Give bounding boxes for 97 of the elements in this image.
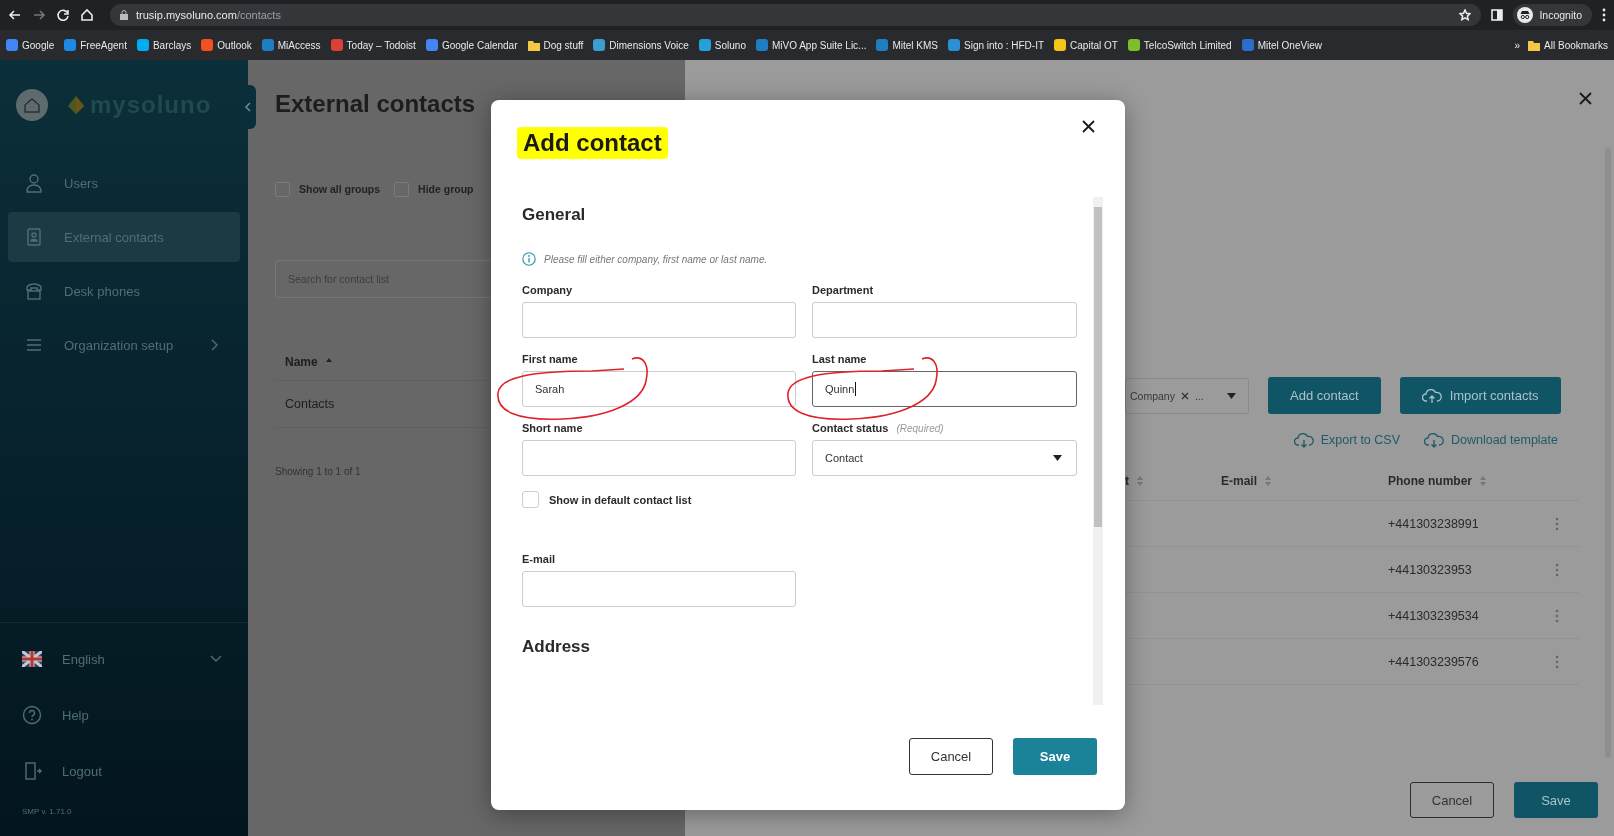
home-icon[interactable] (80, 8, 94, 22)
input-field[interactable] (522, 302, 796, 338)
field-label: Short name (522, 422, 583, 434)
hint-text: Please fill either company, first name or last name. (544, 253, 768, 265)
bookmark[interactable]: Mitel OneView (1241, 39, 1322, 51)
bookmark[interactable]: Capital OT (1054, 39, 1118, 51)
more-icon[interactable] (1602, 8, 1606, 22)
bookmark[interactable]: All Bookmarks (1528, 39, 1608, 51)
bookmark[interactable]: TelcoSwitch Limited (1127, 39, 1232, 51)
save-button[interactable]: Save (1514, 782, 1598, 818)
url-text: trusip.mysoluno.com/contacts (136, 9, 281, 21)
folder-icon (1528, 39, 1541, 51)
input-field[interactable] (522, 440, 796, 476)
toolbar-button[interactable]: Import contacts (1399, 377, 1561, 414)
field-label: Contact status (812, 422, 889, 434)
input-field[interactable]: Sarah (522, 371, 796, 407)
bookmark[interactable]: Sign into : HFD-IT (948, 39, 1045, 51)
table-cell: +441303238991 (1388, 516, 1479, 531)
required-note: (Required) (896, 423, 944, 434)
side-panel-icon[interactable] (1491, 9, 1504, 21)
kebab-menu-icon[interactable] (1555, 608, 1559, 623)
sort-icon[interactable] (1137, 476, 1143, 486)
field-label: Last name (812, 353, 867, 365)
column-header[interactable]: t (1125, 474, 1129, 488)
cancel-button[interactable]: Cancel (1410, 782, 1494, 818)
section-heading: General (522, 205, 587, 226)
kebab-menu-icon[interactable] (1555, 654, 1559, 669)
bookmark[interactable]: MiAccess (261, 39, 321, 51)
bookmarks-overflow[interactable]: » (1514, 39, 1521, 51)
table-cell: +441303239576 (1388, 654, 1479, 669)
chevron-down-icon (210, 655, 222, 663)
sort-icon[interactable] (1265, 476, 1271, 486)
input-field[interactable] (522, 571, 796, 607)
leaf-icon (66, 94, 86, 116)
incognito-icon (1517, 7, 1534, 23)
cloud-upload-icon (1421, 386, 1442, 405)
kebab-menu-icon[interactable] (1555, 562, 1559, 577)
field-label: Department (812, 284, 874, 296)
select-field[interactable]: Contact (812, 440, 1077, 476)
save-button[interactable]: Save (1013, 738, 1097, 775)
bookmark[interactable]: Dog stuff (527, 39, 584, 51)
desk-phone-icon (24, 281, 44, 301)
checkbox-label[interactable]: Show in default contact list (549, 493, 692, 506)
caret-icon (1053, 455, 1062, 461)
bookmark[interactable]: MiVO App Suite Lic... (755, 39, 867, 51)
door-icon (22, 761, 42, 781)
scrollbar[interactable] (1093, 197, 1103, 705)
bookmark[interactable]: Outlook (201, 39, 252, 51)
cloud-download-icon (1424, 431, 1444, 449)
cloud-download-icon (1293, 431, 1314, 449)
filter-select[interactable]: Company ... (1125, 377, 1249, 414)
bookmark[interactable]: Soluno (698, 39, 746, 51)
remove-icon[interactable] (1180, 391, 1189, 400)
help-icon (22, 705, 42, 725)
bookmark[interactable]: FreeAgent (64, 39, 127, 51)
dialog-title: Add contact (517, 127, 668, 159)
chevron-left-icon (244, 102, 252, 112)
close-icon[interactable] (1579, 92, 1592, 105)
cancel-button[interactable]: Cancel (909, 738, 993, 775)
section-heading: Address (522, 637, 592, 658)
version-text: SMP v. 1.71.0 (21, 806, 73, 818)
user-icon (24, 173, 44, 193)
star-icon[interactable] (1459, 9, 1472, 21)
bookmark[interactable]: Dimensions Voice (593, 39, 689, 51)
page-title: External contacts (275, 89, 477, 119)
forward-icon[interactable] (32, 8, 46, 22)
flag-icon (22, 651, 42, 667)
bookmark[interactable]: Google (6, 39, 55, 51)
column-header[interactable]: Phone number (1388, 474, 1472, 488)
toolbar-button[interactable]: Add contact (1268, 377, 1381, 414)
field-label: Company (522, 284, 573, 296)
input-field[interactable] (812, 302, 1077, 338)
close-icon[interactable] (1082, 120, 1095, 133)
checkbox[interactable] (522, 491, 539, 508)
field-label: First name (522, 353, 578, 365)
sort-icon[interactable] (1480, 476, 1486, 486)
address-bar[interactable]: trusip.mysoluno.com/contacts (110, 4, 1482, 26)
back-icon[interactable] (8, 8, 22, 22)
contact-card-icon (24, 227, 44, 247)
profile-button[interactable]: Incognito (1513, 4, 1592, 26)
bookmark[interactable]: Today – Todoist (330, 39, 416, 51)
bookmark[interactable]: Barclays (136, 39, 192, 51)
lock-icon (120, 10, 128, 20)
table-cell: +44130323953 (1388, 562, 1472, 577)
bookmark[interactable]: Mitel KMS (876, 39, 939, 51)
bookmark[interactable]: Google Calendar (425, 39, 518, 51)
caret-icon (1227, 392, 1236, 399)
field-label: E-mail (522, 553, 555, 565)
more-text: ... (1194, 389, 1204, 402)
filter-value: Company (1130, 389, 1175, 402)
info-icon (522, 252, 536, 266)
table-cell: +441303239534 (1388, 608, 1479, 623)
column-header[interactable]: E-mail (1221, 474, 1257, 488)
text-cursor (855, 382, 857, 396)
kebab-menu-icon[interactable] (1555, 516, 1559, 531)
reload-icon[interactable] (56, 8, 70, 22)
input-field[interactable]: Quinn (812, 371, 1077, 407)
